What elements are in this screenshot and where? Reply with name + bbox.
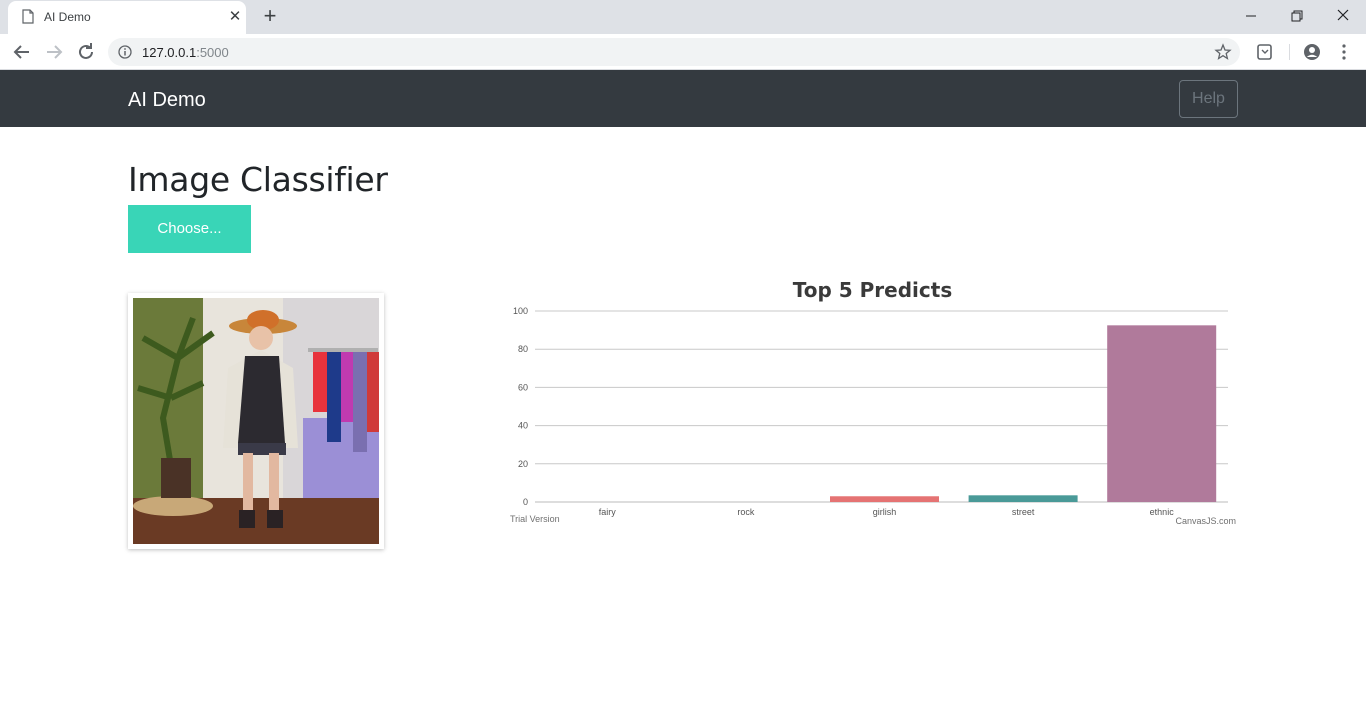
new-tab-icon[interactable]: + <box>258 5 282 29</box>
minimize-icon[interactable] <box>1237 4 1265 28</box>
toolbar-divider <box>1289 44 1290 60</box>
address-bar[interactable]: 127.0.0.1:5000 <box>108 38 1240 66</box>
menu-kebab-icon[interactable] <box>1334 42 1354 62</box>
help-button[interactable]: Help <box>1179 80 1238 118</box>
browser-toolbar: 127.0.0.1:5000 <box>0 34 1366 70</box>
uploaded-image <box>133 298 379 544</box>
browser-tab[interactable]: AI Demo ✕ <box>8 1 246 34</box>
page-icon <box>22 9 34 24</box>
close-window-icon[interactable] <box>1329 4 1357 28</box>
x-tick-label: street <box>1012 507 1035 517</box>
reload-icon[interactable] <box>74 40 98 64</box>
extension-icon[interactable] <box>1255 42 1275 62</box>
restore-icon[interactable] <box>1283 4 1311 28</box>
chart-watermark: Trial Version <box>510 514 560 524</box>
bar-ethnic <box>1107 325 1217 502</box>
x-tick-label: girlish <box>873 507 897 517</box>
bookmark-star-icon[interactable] <box>1214 43 1232 61</box>
choose-file-button[interactable]: Choose... <box>128 205 251 253</box>
tab-title: AI Demo <box>44 10 91 24</box>
bar-girlish <box>830 496 939 502</box>
app-navbar: AI Demo Help <box>0 70 1366 127</box>
bar-street <box>968 495 1078 502</box>
info-icon[interactable] <box>118 45 132 59</box>
uploaded-image-frame <box>128 293 384 549</box>
predictions-chart: Top 5 Predicts 0 20 40 60 80 100 fairy rock girl… <box>505 275 1240 535</box>
y-tick-label: 100 <box>513 306 528 316</box>
forward-arrow-icon[interactable] <box>42 40 66 64</box>
y-tick-label: 40 <box>518 421 528 431</box>
browser-tabbar: AI Demo ✕ + <box>0 0 1366 34</box>
x-tick-label: ethnic <box>1150 507 1175 517</box>
y-tick-label: 80 <box>518 344 528 354</box>
y-tick-label: 20 <box>518 459 528 469</box>
y-tick-label: 0 <box>523 497 528 507</box>
close-tab-icon[interactable]: ✕ <box>226 8 244 26</box>
page-title: Image Classifier <box>128 160 388 199</box>
x-tick-label: rock <box>737 507 755 517</box>
navbar-brand[interactable]: AI Demo <box>128 89 206 112</box>
chart-plot: 0 20 40 60 80 100 fairy rock girlish street ethnic <box>513 306 1228 517</box>
chart-credit-link[interactable]: CanvasJS.com <box>1175 516 1236 526</box>
profile-icon[interactable] <box>1302 42 1322 62</box>
back-arrow-icon[interactable] <box>10 40 34 64</box>
url-text: 127.0.0.1:5000 <box>142 45 229 60</box>
y-tick-label: 60 <box>518 382 528 392</box>
x-tick-label: fairy <box>599 507 617 517</box>
